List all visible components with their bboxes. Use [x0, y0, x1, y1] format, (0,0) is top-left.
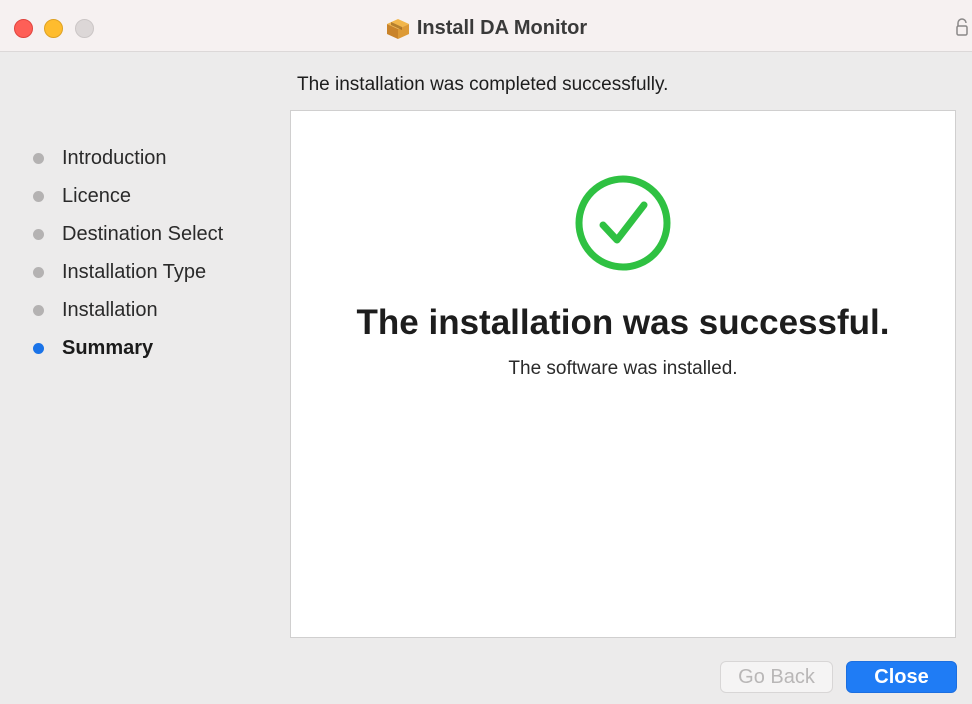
step-bullet-icon — [33, 152, 44, 164]
step-label: Installation Type — [62, 260, 207, 283]
page-subtitle: The installation was completed successfu… — [297, 74, 669, 95]
close-button[interactable]: Close — [846, 661, 957, 693]
step-label: Installation — [62, 298, 158, 321]
title-bar: Install DA Monitor — [0, 0, 972, 52]
lock-icon — [956, 18, 968, 36]
step-label: Summary — [62, 336, 154, 359]
success-message: The software was installed. — [508, 358, 738, 379]
package-box-icon — [385, 16, 411, 40]
step-bullet-icon — [33, 304, 44, 316]
content-panel: The installation was successful. The sof… — [290, 110, 956, 638]
step-bullet-icon — [33, 190, 44, 202]
installer-window: Install DA Monitor The installation was … — [0, 0, 972, 704]
check-circle-icon — [574, 174, 672, 272]
step-bullet-icon — [33, 228, 44, 240]
go-back-button[interactable]: Go Back — [720, 661, 833, 693]
step-bullet-icon — [33, 342, 44, 354]
step-label: Licence — [62, 184, 131, 207]
step-label: Destination Select — [62, 222, 224, 245]
step-bullet-icon — [33, 266, 44, 278]
window-title-group: Install DA Monitor — [0, 13, 972, 43]
window-title: Install DA Monitor — [416, 16, 588, 39]
success-heading: The installation was successful. — [356, 303, 890, 342]
step-label: Introduction — [62, 146, 167, 169]
